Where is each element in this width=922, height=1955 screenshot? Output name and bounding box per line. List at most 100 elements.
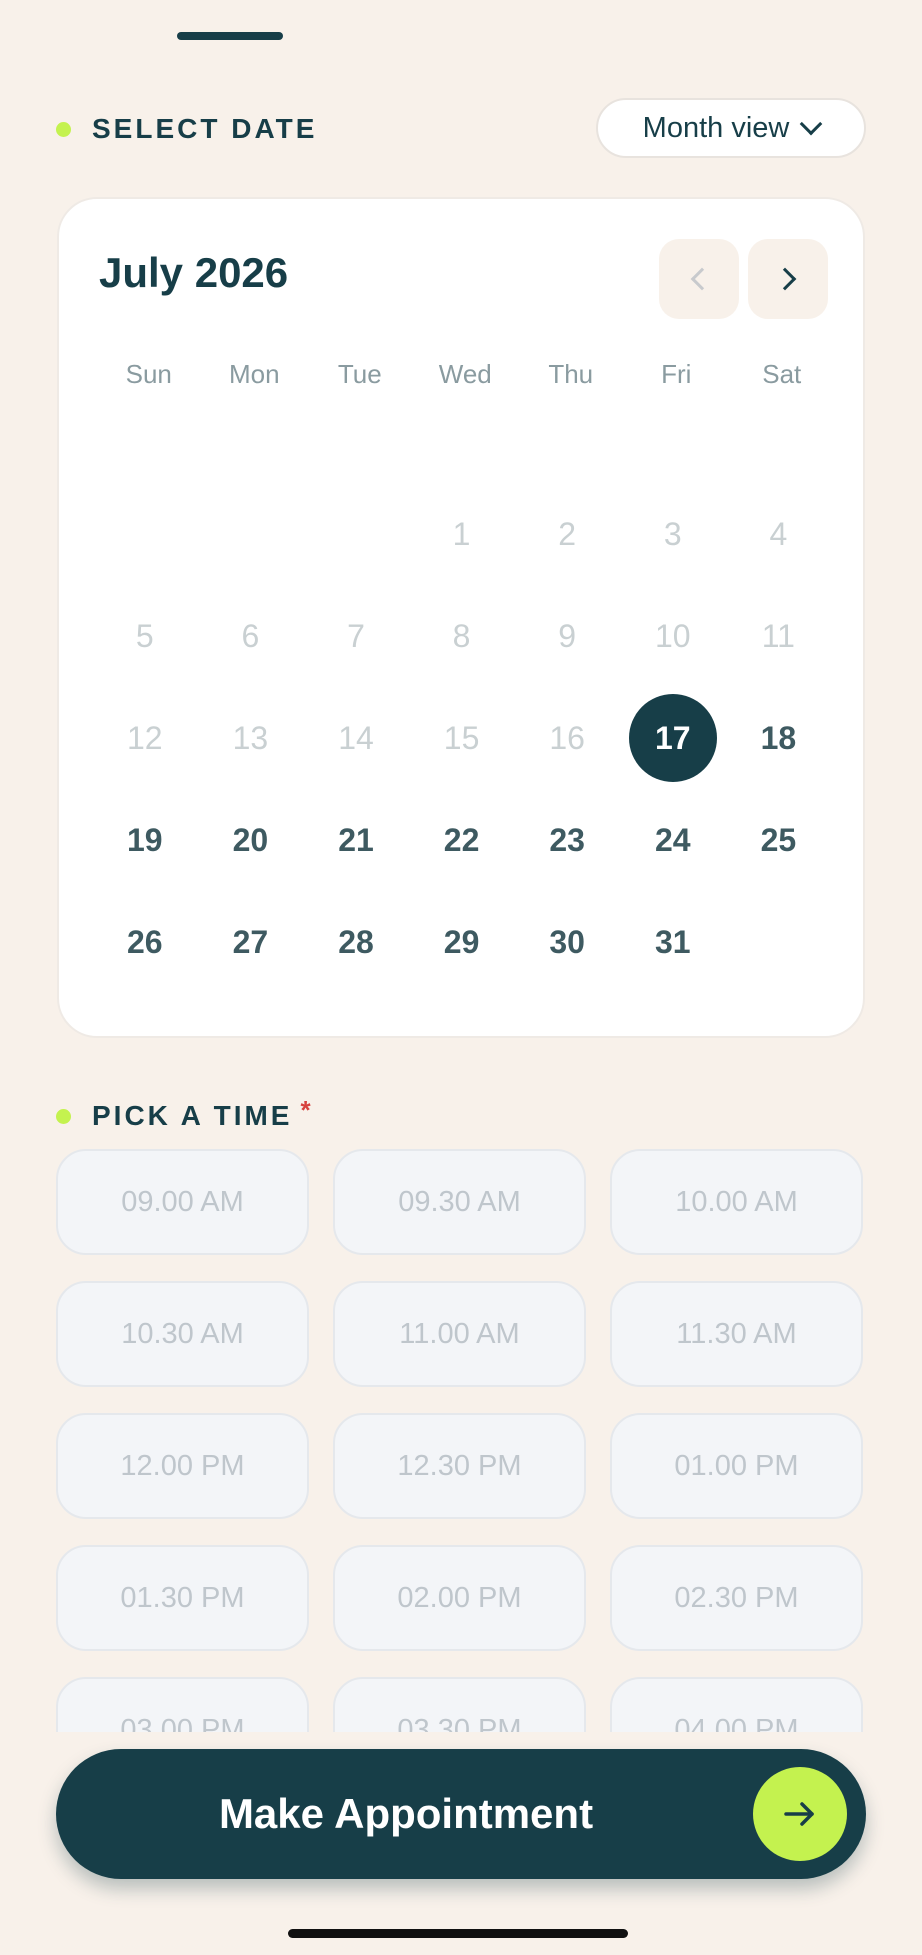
day-number: 4 <box>769 516 788 553</box>
time-slot[interactable]: 02.00 PM <box>333 1545 586 1651</box>
day-number: 8 <box>452 618 471 655</box>
time-slot[interactable]: 03.30 PM <box>333 1677 586 1732</box>
time-slot[interactable]: 02.30 PM <box>610 1545 863 1651</box>
day-number: 26 <box>127 923 163 960</box>
day-number: 25 <box>760 821 797 858</box>
day-cell-selected[interactable]: 17 <box>620 688 726 790</box>
day-number: 7 <box>347 618 365 655</box>
time-slot[interactable]: 01.30 PM <box>56 1545 309 1651</box>
make-appointment-label: Make Appointment <box>218 1790 594 1837</box>
time-slot[interactable]: 09.00 AM <box>56 1149 309 1255</box>
day-cell: 8 <box>409 586 515 688</box>
day-cell[interactable]: 24 <box>620 789 726 891</box>
top-tab-indicator <box>177 32 283 40</box>
day-cell[interactable]: 25 <box>726 789 832 891</box>
day-cell: 5 <box>92 586 198 688</box>
day-number: 18 <box>760 719 797 756</box>
make-appointment-button[interactable]: Make Appointment <box>56 1749 866 1879</box>
day-number: 31 <box>654 923 691 960</box>
time-slot[interactable]: 10.00 AM <box>610 1149 863 1255</box>
days-grid: 1 2 3 4 5 6 7 8 9 10 11 12 13 14 15 16 17 18 19 20 21 22 23 24 2… <box>92 484 831 993</box>
day-number: 21 <box>338 821 374 858</box>
day-number: 17 <box>628 694 717 783</box>
day-cell: 2 <box>514 484 620 586</box>
time-slot[interactable]: 01.00 PM <box>610 1413 863 1519</box>
day-blank <box>198 484 304 586</box>
day-cell: 1 <box>409 484 515 586</box>
time-slot[interactable]: 04.00 PM <box>610 1677 863 1732</box>
day-cell: 15 <box>409 688 515 790</box>
day-number: 24 <box>654 821 691 858</box>
time-slot[interactable]: 10.30 AM <box>56 1281 309 1387</box>
day-cell: 14 <box>303 688 409 790</box>
day-cell[interactable]: 31 <box>620 891 726 993</box>
month-view-dropdown[interactable]: Month view <box>596 98 866 158</box>
required-mark: * <box>300 1094 311 1125</box>
day-number: 11 <box>761 618 795 655</box>
day-number: 10 <box>654 618 691 655</box>
select-date-header: SELECT DATE <box>56 113 317 145</box>
time-slot[interactable]: 11.00 AM <box>333 1281 586 1387</box>
day-cell: 12 <box>92 688 198 790</box>
day-cell: 9 <box>514 586 620 688</box>
day-cell[interactable]: 19 <box>92 789 198 891</box>
day-number: 6 <box>241 618 260 655</box>
day-number: 3 <box>663 516 682 553</box>
day-number: 2 <box>558 516 577 553</box>
select-date-title: SELECT DATE <box>92 113 318 144</box>
day-number: 28 <box>338 923 374 960</box>
next-month-button[interactable] <box>748 239 828 319</box>
day-number: 5 <box>135 618 154 655</box>
weekday-label: Thu <box>548 359 594 389</box>
day-cell: 3 <box>620 484 726 586</box>
day-cell[interactable]: 26 <box>92 891 198 993</box>
day-number: 22 <box>443 821 480 858</box>
weekday-label: Wed <box>438 359 492 389</box>
pick-time-title: PICK A TIME <box>92 1100 293 1131</box>
day-cell[interactable]: 29 <box>409 891 515 993</box>
day-cell[interactable]: 20 <box>198 789 304 891</box>
day-cell: 6 <box>198 586 304 688</box>
day-cell: 7 <box>303 586 409 688</box>
weekday-label: Tue <box>337 359 382 389</box>
previous-month-button[interactable] <box>659 239 739 319</box>
day-cell[interactable]: 30 <box>514 891 620 993</box>
day-number: 16 <box>549 719 585 756</box>
day-blank <box>92 484 198 586</box>
time-slot-scroller[interactable]: 09.00 AM 09.30 AM 10.00 AM 10.30 AM 11.00 AM… <box>0 1148 922 1732</box>
day-cell[interactable]: 23 <box>514 789 620 891</box>
section-dot-icon <box>56 1108 71 1124</box>
day-cell[interactable]: 21 <box>303 789 409 891</box>
time-slot-grid: 09.00 AM 09.30 AM 10.00 AM 10.30 AM 11.00 AM… <box>56 1149 863 1732</box>
day-cell[interactable]: 28 <box>303 891 409 993</box>
calendar-card: July 2026 Sun Mon Tue Wed Thu Fri Sat 12345678… <box>57 197 865 1038</box>
chevron-left-icon <box>690 267 714 291</box>
time-slot[interactable]: 03.00 PM <box>56 1677 309 1732</box>
arrow-right-icon <box>753 1767 847 1861</box>
day-cell: 4 <box>726 484 832 586</box>
time-slot[interactable]: 12.30 PM <box>333 1413 586 1519</box>
day-number: 29 <box>443 923 480 960</box>
day-number: 23 <box>549 821 585 858</box>
day-cell: 13 <box>198 688 304 790</box>
time-slot[interactable]: 11.30 AM <box>610 1281 863 1387</box>
time-slot[interactable]: 12.00 PM <box>56 1413 309 1519</box>
chevron-right-icon <box>773 267 797 291</box>
day-number: 13 <box>232 719 269 756</box>
month-title: July 2026 <box>99 249 289 296</box>
day-number: 27 <box>232 923 269 960</box>
day-number: 15 <box>443 719 480 756</box>
section-dot-icon <box>56 121 71 137</box>
weekday-label: Sat <box>762 359 802 389</box>
day-cell[interactable]: 22 <box>409 789 515 891</box>
day-cell: 16 <box>514 688 620 790</box>
day-cell: 10 <box>620 586 726 688</box>
weekday-label: Mon <box>228 359 280 389</box>
time-slot[interactable]: 09.30 AM <box>333 1149 586 1255</box>
day-number: 9 <box>558 618 577 655</box>
day-number: 19 <box>127 821 163 858</box>
pick-time-header: PICK A TIME * <box>56 1095 311 1132</box>
day-number: 12 <box>127 719 163 756</box>
day-cell[interactable]: 27 <box>198 891 304 993</box>
day-cell[interactable]: 18 <box>726 688 832 790</box>
